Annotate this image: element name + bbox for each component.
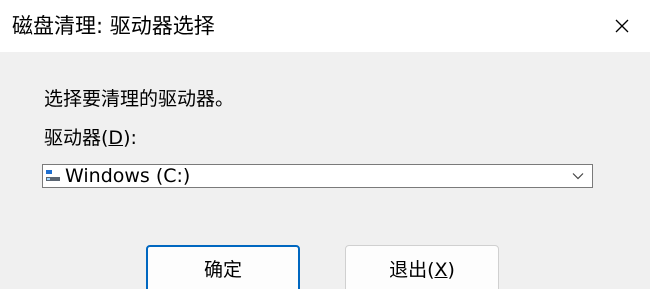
instruction-text: 选择要清理的驱动器。 [44, 88, 235, 110]
disk-cleanup-drive-selection-dialog: 磁盘清理: 驱动器选择 选择要清理的驱动器。 驱动器(D): Windows (… [0, 0, 650, 289]
drive-label-prefix: 驱动器( [44, 127, 109, 149]
close-button[interactable] [594, 0, 650, 52]
drive-select[interactable]: Windows (C:) [42, 164, 593, 188]
title-bar: 磁盘清理: 驱动器选择 [0, 0, 650, 52]
close-icon [615, 19, 629, 33]
drive-label: 驱动器(D): [44, 125, 137, 151]
ok-button[interactable]: 确定 [146, 245, 300, 289]
exit-button[interactable]: 退出(X) [345, 245, 499, 289]
exit-label-mnemonic: X [434, 259, 448, 281]
exit-label-suffix: ) [447, 259, 455, 281]
window-title: 磁盘清理: 驱动器选择 [12, 14, 215, 38]
drive-label-suffix: ): [123, 127, 137, 149]
selected-drive-value: Windows (C:) [65, 165, 191, 187]
chevron-down-icon[interactable] [572, 172, 584, 180]
dialog-content: 选择要清理的驱动器。 驱动器(D): Windows (C:) 确定 退出(X) [0, 52, 650, 289]
drive-label-mnemonic: D [108, 127, 124, 149]
exit-label-prefix: 退出( [389, 259, 435, 281]
drive-icon [46, 170, 60, 181]
